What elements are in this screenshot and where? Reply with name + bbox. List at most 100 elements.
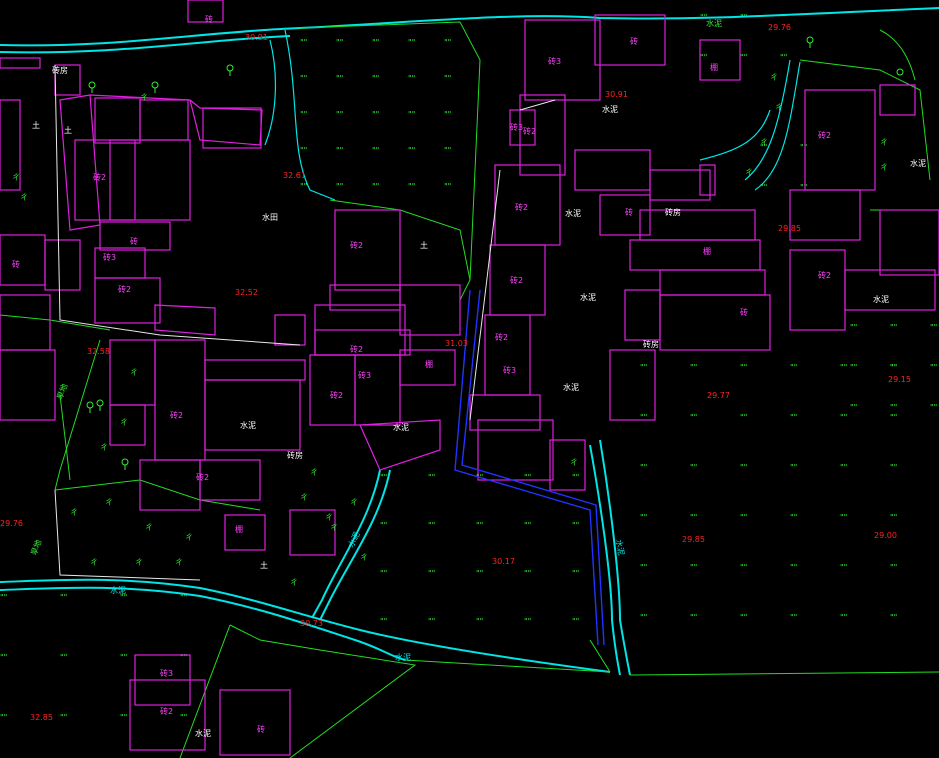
paddy-mark: "": [380, 617, 387, 626]
building-label: 砖2: [160, 706, 173, 716]
land-label: 水泥: [565, 208, 581, 218]
building-label: 棚: [710, 62, 718, 72]
land-use-labels: 水田 水泥 水泥 水泥 水泥 水泥 水泥 水泥 水泥 砖房 砖房 砖房 砖房 土…: [32, 65, 926, 738]
paddy-mark: "": [850, 403, 857, 412]
paddy-mark: "": [408, 146, 415, 155]
building-label: 砖2: [515, 202, 528, 212]
paddy-mark: "": [890, 613, 897, 622]
building-label: 砖2: [330, 390, 343, 400]
elevation-label: 30.91: [605, 90, 628, 99]
land-label: 砖房: [665, 207, 681, 217]
dry-field-mark: ㄔ: [330, 523, 338, 532]
paddy-mark: "": [890, 363, 897, 372]
building-label: 砖: [205, 14, 213, 24]
dry-field-mark: ㄔ: [290, 578, 298, 587]
paddy-mark: "": [444, 182, 451, 191]
dry-field-mark: ㄔ: [175, 558, 183, 567]
paddy-mark: "": [300, 38, 307, 47]
land-label: 水泥: [393, 422, 409, 432]
dry-field-mark: ㄔ: [310, 468, 318, 477]
dry-field-mark: ㄔ: [145, 523, 153, 532]
paddy-mark: "": [640, 413, 647, 422]
land-label: 土: [260, 560, 268, 570]
paddy-mark: "": [428, 617, 435, 626]
building-label: 砖2: [170, 410, 183, 420]
paddy-mark: "": [444, 38, 451, 47]
dry-field-mark: ㄔ: [140, 93, 148, 102]
land-label: 水泥: [602, 104, 618, 114]
paddy-symbols: "" "" "" "" "" "" "" "" "" "" "" "" "" "" "" "" "" "" "" ""…: [0, 13, 937, 722]
building-label: 棚: [425, 359, 433, 369]
cad-map-canvas: "" "" "" "" "" "" "" "" "" "" "" "" "" "" "" "" "" "" "" ""…: [0, 0, 939, 758]
paddy-mark: "": [408, 110, 415, 119]
elevation-label: 29.76: [768, 23, 791, 32]
paddy-mark: "": [740, 613, 747, 622]
paddy-mark: "": [840, 363, 847, 372]
building-label: 砖3: [358, 370, 371, 380]
building-label: 砖3: [160, 668, 173, 678]
dry-field-mark: ㄔ: [570, 458, 578, 467]
dry-field-mark: ㄔ: [760, 138, 768, 147]
elevation-label: 32.58: [87, 347, 110, 356]
paddy-mark: "": [572, 521, 579, 530]
paddy-mark: "": [930, 403, 937, 412]
paddy-mark: "": [180, 653, 187, 662]
land-label: 砖房: [52, 65, 68, 75]
paddy-mark: "": [930, 323, 937, 332]
paddy-mark: "": [300, 146, 307, 155]
dry-field-mark: ㄔ: [300, 493, 308, 502]
paddy-mark: "": [444, 110, 451, 119]
building-label: 砖2: [118, 284, 131, 294]
paddy-mark: "": [740, 463, 747, 472]
paddy-mark: "": [800, 183, 807, 192]
paddy-mark: "": [790, 463, 797, 472]
elevation-label: 29.00: [874, 531, 897, 540]
paddy-mark: "": [336, 146, 343, 155]
paddy-mark: "": [60, 653, 67, 662]
building-label: 砖: [625, 207, 633, 217]
paddy-mark: "": [336, 38, 343, 47]
road-label: 水泥: [110, 585, 126, 595]
building-label: 砖2: [510, 275, 523, 285]
paddy-mark: "": [336, 182, 343, 191]
paddy-mark: "": [640, 613, 647, 622]
paddy-mark: "": [408, 74, 415, 83]
land-label: 水泥: [195, 728, 211, 738]
paddy-mark: "": [640, 463, 647, 472]
building-label: 砖2: [818, 270, 831, 280]
buildings: [0, 0, 939, 756]
building-label: 砖2: [350, 240, 363, 250]
land-label: 水泥: [240, 420, 256, 430]
paddy-mark: "": [890, 403, 897, 412]
dry-field-mark: ㄔ: [12, 173, 20, 182]
paddy-mark: "": [476, 617, 483, 626]
paddy-mark: "": [790, 563, 797, 572]
paddy-mark: "": [408, 182, 415, 191]
elevation-label: 30.91: [245, 33, 268, 42]
paddy-mark: "": [690, 613, 697, 622]
land-label: 砖房: [643, 339, 659, 349]
green-label: 旱地: [54, 382, 69, 400]
paddy-mark: "": [0, 713, 7, 722]
paddy-mark: "": [690, 513, 697, 522]
paddy-mark: "": [890, 323, 897, 332]
elevation-label: 29.85: [682, 535, 705, 544]
paddy-mark: "": [372, 146, 379, 155]
land-label: 水泥: [910, 158, 926, 168]
building-label: 砖: [257, 724, 265, 734]
land-label: 水泥: [873, 294, 889, 304]
paddy-mark: "": [524, 617, 531, 626]
paddy-mark: "": [572, 569, 579, 578]
paddy-mark: "": [476, 569, 483, 578]
tree-symbols: [86, 36, 904, 470]
dry-field-mark: ㄔ: [325, 513, 333, 522]
dry-field-mark: ㄔ: [770, 73, 778, 82]
paddy-mark: "": [380, 521, 387, 530]
paddy-mark: "": [120, 653, 127, 662]
paddy-mark: "": [300, 182, 307, 191]
paddy-mark: "": [890, 513, 897, 522]
paddy-mark: "": [740, 513, 747, 522]
paddy-mark: "": [690, 413, 697, 422]
paddy-mark: "": [428, 569, 435, 578]
building-label: 棚: [703, 246, 711, 256]
